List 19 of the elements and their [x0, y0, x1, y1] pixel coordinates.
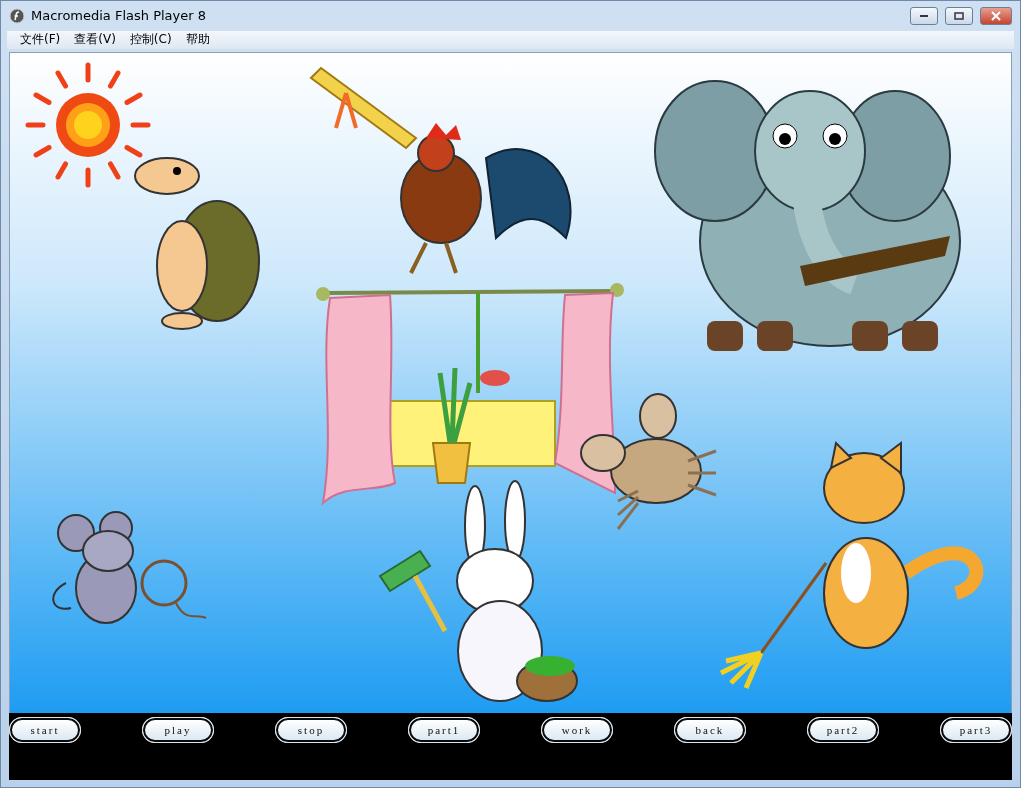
nav-button[interactable]: part1: [409, 717, 479, 742]
flash-logo-icon: [9, 7, 25, 24]
nav-button[interactable]: play: [143, 717, 213, 742]
maximize-icon: [954, 11, 964, 20]
nav-button[interactable]: work: [542, 717, 612, 742]
minimize-button[interactable]: [910, 6, 938, 25]
nav-button[interactable]: part2: [808, 717, 878, 742]
nav-button[interactable]: stop: [276, 717, 346, 742]
maximize-button[interactable]: [945, 6, 973, 25]
nav-button[interactable]: part3: [941, 717, 1011, 742]
window-title: Macromedia Flash Player 8: [31, 8, 208, 24]
menu-item[interactable]: 查看(V): [67, 31, 123, 49]
menu-item[interactable]: 控制(C): [122, 31, 179, 49]
menu-item[interactable]: 文件(F): [13, 31, 68, 49]
close-button[interactable]: [980, 6, 1012, 25]
menu-item[interactable]: 帮助: [178, 31, 217, 49]
nav-button[interactable]: start: [10, 717, 80, 742]
nav-button[interactable]: back: [675, 717, 745, 742]
close-icon: [991, 10, 1001, 21]
